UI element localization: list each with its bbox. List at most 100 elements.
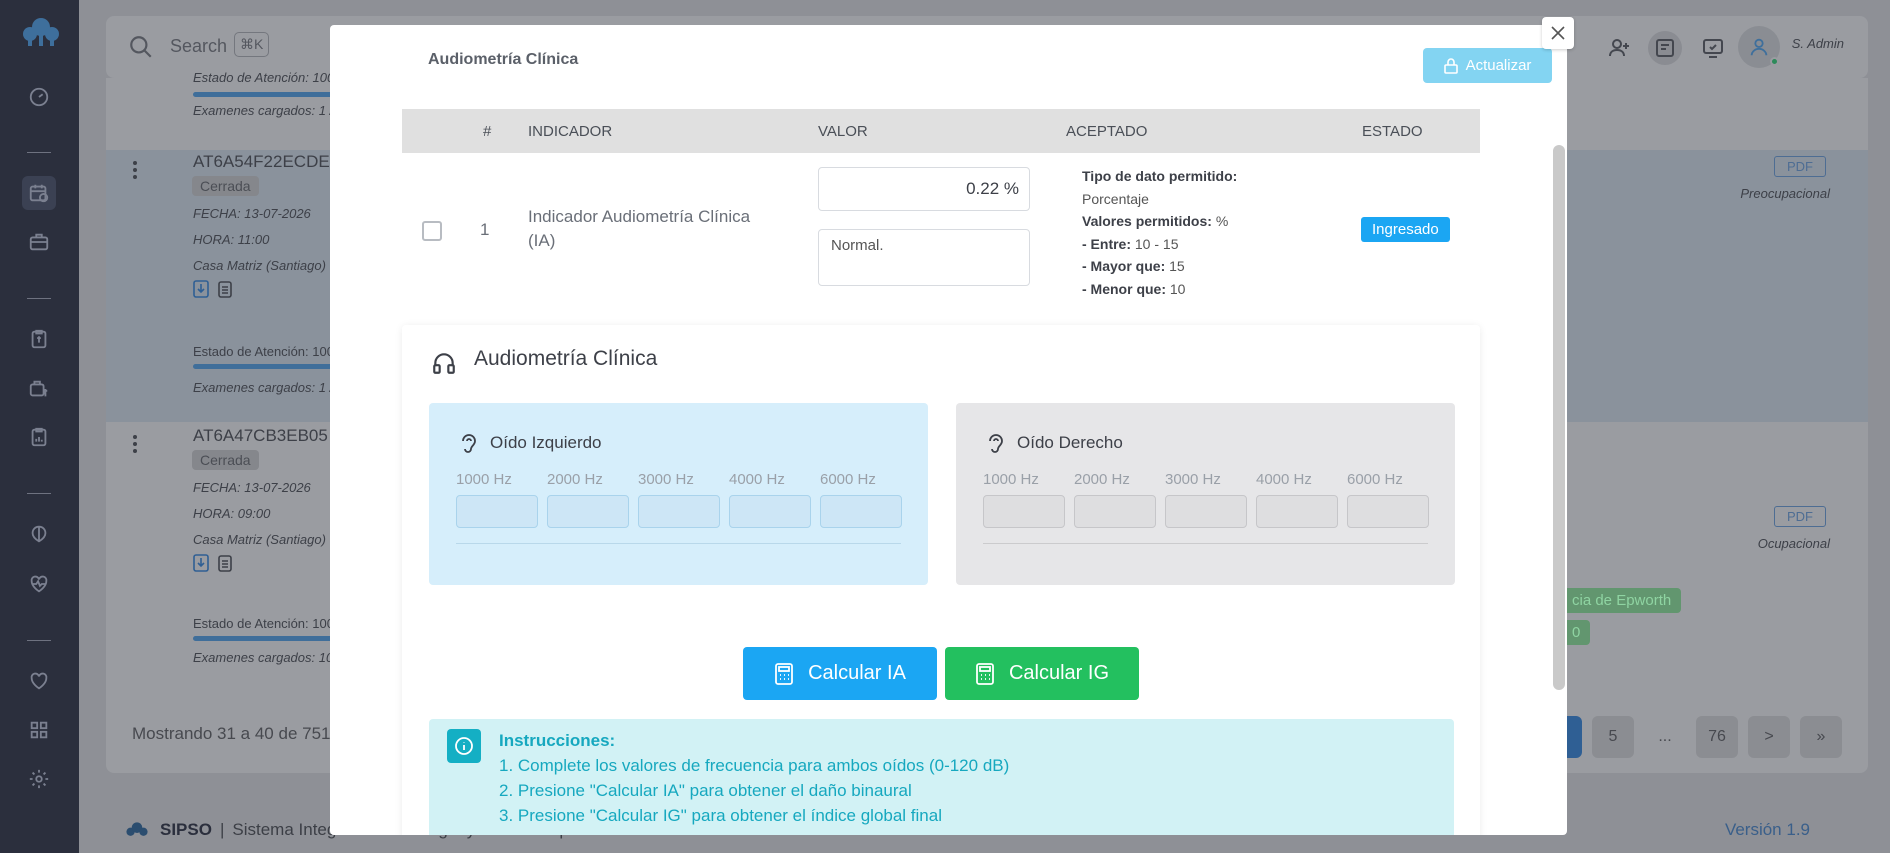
search-input[interactable]: Search	[170, 36, 227, 57]
appointment-time: HORA: 09:00	[193, 506, 271, 521]
heart-hand-icon[interactable]	[22, 664, 56, 698]
clipboard-icon[interactable]	[217, 280, 233, 298]
heart-pulse-icon[interactable]	[22, 567, 56, 601]
calculate-ig-label: Calcular IG	[1008, 662, 1110, 684]
info-icon	[447, 729, 481, 763]
freq-label: 3000 Hz	[1165, 471, 1221, 488]
grid-icon[interactable]	[22, 713, 56, 747]
calculate-ig-button[interactable]: Calcular IG	[945, 647, 1139, 700]
ear-icon	[462, 434, 476, 453]
modal-title: Audiometría Clínica	[428, 51, 579, 68]
pdf-button[interactable]: PDF	[1774, 506, 1826, 527]
payments-briefcase-icon[interactable]	[22, 372, 56, 406]
page-button[interactable]: 76	[1696, 716, 1738, 758]
calculate-ia-button[interactable]: Calcular IA	[743, 647, 937, 700]
freq-label: 6000 Hz	[1347, 471, 1403, 488]
left-ear-panel: Oído Izquierdo 1000 Hz 2000 Hz 3000 Hz 4…	[429, 403, 928, 585]
row-actions	[193, 280, 233, 298]
footer-separator: |	[219, 820, 225, 839]
calendar-icon[interactable]	[22, 176, 56, 210]
kebab-menu-icon[interactable]	[132, 434, 138, 454]
add-user-icon[interactable]	[1602, 31, 1636, 65]
user-name[interactable]: S. Admin	[1792, 36, 1844, 51]
sidebar-divider	[27, 152, 51, 153]
test-chip[interactable]: cia de Epworth	[1562, 588, 1682, 613]
observation-textarea[interactable]: Normal.	[818, 229, 1030, 286]
page-ellipsis: ...	[1658, 728, 1672, 745]
billing-clipboard-icon[interactable]	[22, 322, 56, 356]
sidebar-divider	[27, 640, 51, 641]
indicator-modal: Audiometría Clínica Actualizar # INDICAD…	[330, 25, 1567, 835]
rule-label: - Menor que:	[1082, 280, 1166, 297]
exams-loaded: Examenes cargados: 1 / 1	[193, 103, 345, 118]
calculator-icon	[775, 662, 793, 685]
download-icon[interactable]	[193, 554, 209, 572]
rule-label: - Mayor que:	[1082, 258, 1166, 274]
right-6000hz-input[interactable]	[1347, 495, 1429, 528]
status-badge: Cerrada	[192, 450, 259, 470]
col-indicator: INDICADOR	[528, 122, 613, 140]
divider	[456, 543, 901, 544]
appointment-location: Casa Matriz (Santiago)	[193, 258, 326, 273]
app-logo-icon[interactable]	[20, 14, 62, 48]
rule-label: Valores permitidos:	[1082, 213, 1212, 229]
dashboard-icon[interactable]	[22, 80, 56, 114]
modal-scrollbar[interactable]	[1553, 145, 1565, 690]
right-1000hz-input[interactable]	[983, 495, 1065, 528]
briefcase-icon[interactable]	[22, 225, 56, 259]
left-1000hz-input[interactable]	[456, 495, 538, 528]
appointment-code: AT6A54F22ECDE	[193, 152, 330, 171]
right-2000hz-input[interactable]	[1074, 495, 1156, 528]
freq-label: 1000 Hz	[983, 471, 1039, 488]
instructions-title: Instrucciones:	[499, 731, 616, 750]
screen-check-icon[interactable]	[1696, 31, 1730, 65]
search-icon[interactable]	[128, 34, 154, 60]
right-4000hz-input[interactable]	[1256, 495, 1338, 528]
left-2000hz-input[interactable]	[547, 495, 629, 528]
instruction-line: 3. Presione "Calcular IG" para obtener e…	[499, 806, 942, 825]
row-number: 1	[480, 220, 490, 239]
kebab-menu-icon[interactable]	[132, 160, 138, 180]
download-icon[interactable]	[193, 280, 209, 298]
freq-label: 4000 Hz	[729, 471, 785, 488]
settings-gear-icon[interactable]	[22, 762, 56, 796]
divider	[983, 543, 1428, 544]
right-3000hz-input[interactable]	[1165, 495, 1247, 528]
left-ear-title: Oído Izquierdo	[490, 433, 602, 452]
status-badge: Ingresado	[1361, 217, 1450, 242]
next-page-button[interactable]: >	[1748, 716, 1790, 758]
calculate-ia-label: Calcular IA	[808, 662, 906, 684]
row-checkbox[interactable]	[422, 221, 442, 241]
lock-icon	[1443, 57, 1458, 74]
freq-label: 6000 Hz	[820, 471, 876, 488]
pdf-button[interactable]: PDF	[1774, 156, 1826, 177]
attention-progress	[193, 364, 333, 369]
sidebar-divider	[27, 493, 51, 494]
close-button[interactable]	[1542, 17, 1574, 49]
ear-icon	[989, 434, 1003, 453]
brain-icon[interactable]	[22, 517, 56, 551]
col-accepted: ACEPTADO	[1066, 122, 1148, 140]
search-shortcut: ⌘K	[234, 32, 270, 57]
clipboard-icon[interactable]	[217, 554, 233, 572]
footer-brand: SIPSO	[160, 820, 212, 839]
last-page-button[interactable]: »	[1800, 716, 1842, 758]
left-3000hz-input[interactable]	[638, 495, 720, 528]
rule-value: 10	[1169, 280, 1186, 297]
rule-label: Tipo de dato permitido:	[1082, 168, 1238, 184]
notes-icon[interactable]	[1648, 31, 1682, 65]
left-6000hz-input[interactable]	[820, 495, 902, 528]
attention-progress	[193, 636, 333, 641]
sidebar-divider	[27, 298, 51, 299]
avatar[interactable]	[1738, 26, 1780, 68]
left-4000hz-input[interactable]	[729, 495, 811, 528]
appointment-location: Casa Matriz (Santiago)	[193, 532, 326, 547]
page-button[interactable]: 5	[1592, 716, 1634, 758]
pagination: 4 5 ... 76 > »	[1540, 716, 1842, 758]
col-status: ESTADO	[1362, 122, 1423, 140]
right-ear-panel: Oído Derecho 1000 Hz 2000 Hz 3000 Hz 400…	[956, 403, 1455, 585]
report-clipboard-icon[interactable]	[22, 420, 56, 454]
value-input[interactable]: 0.22 %	[818, 167, 1030, 211]
update-button[interactable]: Actualizar	[1423, 48, 1552, 83]
col-value: VALOR	[818, 122, 868, 140]
